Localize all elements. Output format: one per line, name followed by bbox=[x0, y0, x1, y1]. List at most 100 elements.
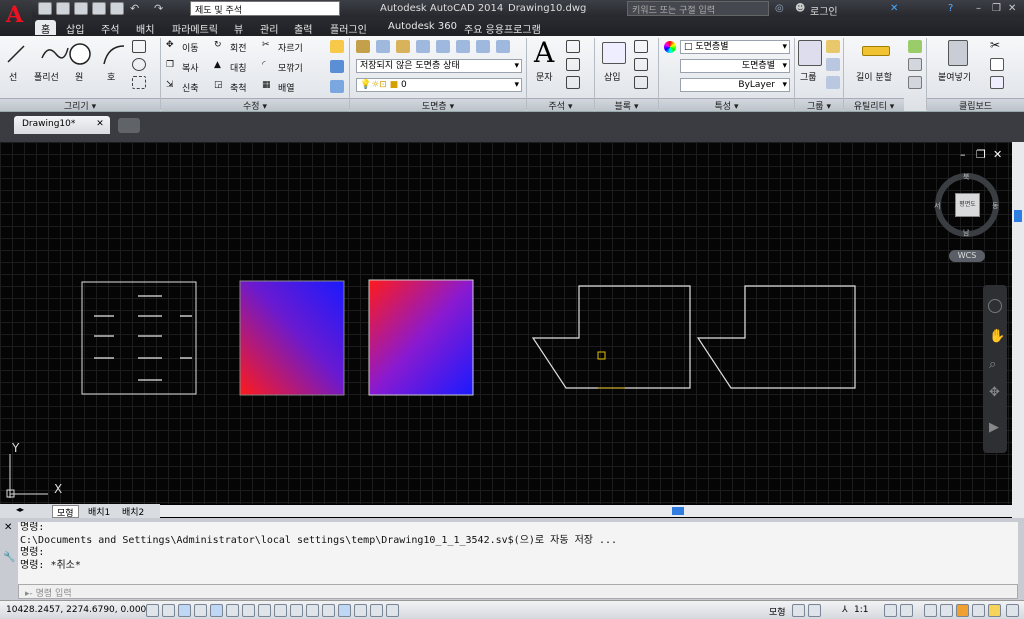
draw-panel-title[interactable]: 그리기 ▾ bbox=[0, 98, 160, 112]
wcs-menu[interactable]: WCS bbox=[949, 250, 985, 262]
save-as-icon[interactable] bbox=[92, 2, 106, 15]
scale-tool[interactable]: 축척 bbox=[230, 81, 247, 94]
layer-properties-icon[interactable] bbox=[356, 40, 370, 53]
polyline-shape[interactable] bbox=[696, 285, 856, 389]
layout-icon[interactable] bbox=[792, 604, 805, 617]
layer-icon[interactable] bbox=[456, 40, 470, 53]
application-button[interactable]: A bbox=[0, 0, 32, 36]
tab-plugins[interactable]: 플러그인 bbox=[324, 20, 373, 36]
gradient-rectangle[interactable] bbox=[368, 279, 474, 396]
id-point-icon[interactable] bbox=[908, 76, 922, 89]
transparency-icon[interactable] bbox=[306, 604, 319, 617]
viewcube-south[interactable]: 남 bbox=[963, 228, 969, 238]
viewports-icon[interactable] bbox=[808, 604, 821, 617]
snap-icon[interactable] bbox=[146, 604, 159, 617]
edit-block-icon[interactable] bbox=[634, 58, 648, 71]
layers-panel-title[interactable]: 도면층 ▾ bbox=[350, 98, 526, 112]
wrench-icon[interactable]: 🔧 bbox=[3, 552, 15, 563]
trim-tool[interactable]: 자르기 bbox=[278, 41, 303, 54]
tab-layout1[interactable]: 배치1 bbox=[84, 505, 114, 518]
annotation-monitor-icon[interactable] bbox=[354, 604, 367, 617]
model-space-toggle[interactable]: 모형 bbox=[769, 605, 786, 618]
create-block-icon[interactable] bbox=[634, 40, 648, 53]
group-tool[interactable]: 그룹 bbox=[800, 70, 817, 83]
ellipse-icon[interactable] bbox=[132, 58, 146, 71]
lineweight-dropdown[interactable]: ByLayer bbox=[680, 78, 790, 92]
copy-base-icon[interactable] bbox=[990, 76, 1004, 89]
new-tab-button[interactable] bbox=[118, 118, 140, 133]
quick-calc-icon[interactable] bbox=[908, 40, 922, 53]
orbit-icon[interactable]: ✥ bbox=[989, 385, 1000, 400]
ortho-icon[interactable] bbox=[178, 604, 191, 617]
fillet-tool[interactable]: 모깎기 bbox=[278, 61, 303, 74]
document-tab[interactable]: Drawing10* ✕ bbox=[14, 116, 110, 134]
tab-manage[interactable]: 관리 bbox=[254, 20, 284, 36]
zoom-icon[interactable]: ⌕ bbox=[989, 357, 996, 372]
mirror-tool[interactable]: 대칭 bbox=[230, 61, 247, 74]
group-select-icon[interactable] bbox=[826, 76, 840, 89]
annotation-panel-title[interactable]: 주석 ▾ bbox=[527, 98, 594, 112]
restore-icon[interactable]: ❐ bbox=[992, 3, 1001, 14]
vertical-scrollbar[interactable] bbox=[1012, 142, 1024, 518]
viewport-minimize-icon[interactable]: – bbox=[960, 148, 966, 161]
layer-icon[interactable] bbox=[416, 40, 430, 53]
ducs-icon[interactable] bbox=[258, 604, 271, 617]
linetype-dropdown[interactable]: 도면층별 bbox=[680, 59, 790, 73]
utilities-panel-title[interactable]: 유틸리티 ▾ bbox=[844, 98, 904, 112]
tab-layout[interactable]: 배치 bbox=[130, 20, 160, 36]
gradient-rectangle[interactable] bbox=[239, 280, 345, 396]
selection-cycling-icon[interactable] bbox=[338, 604, 351, 617]
edit-attributes-icon[interactable] bbox=[634, 76, 648, 89]
workspace-selector[interactable]: 제도 및 주석 bbox=[190, 1, 340, 16]
viewcube-east[interactable]: 동 bbox=[992, 201, 998, 211]
tab-insert[interactable]: 삽입 bbox=[60, 20, 90, 36]
tab-view[interactable]: 뷰 bbox=[228, 20, 249, 36]
open-icon[interactable] bbox=[56, 2, 70, 15]
quick-properties-icon[interactable] bbox=[322, 604, 335, 617]
group-edit-icon[interactable] bbox=[826, 58, 840, 71]
close-icon[interactable]: ✕ bbox=[1008, 3, 1016, 14]
dynamic-input-icon[interactable] bbox=[370, 604, 383, 617]
select-all-icon[interactable] bbox=[908, 58, 922, 71]
tab-autodesk360[interactable]: Autodesk 360 bbox=[382, 20, 463, 35]
otrack-icon[interactable] bbox=[242, 604, 255, 617]
offset-icon[interactable] bbox=[330, 80, 344, 93]
drawing-canvas[interactable]: Y X – ❐ ✕ bbox=[0, 142, 1012, 504]
login-link[interactable]: 로그인 bbox=[810, 3, 838, 18]
undo-icon[interactable]: ↶ bbox=[130, 2, 144, 15]
dimension-icon[interactable] bbox=[566, 40, 580, 53]
polyline-shape[interactable] bbox=[531, 285, 691, 389]
showmotion-icon[interactable]: ▶ bbox=[989, 420, 999, 435]
insert-tool[interactable]: 삽입 bbox=[604, 70, 621, 83]
lineweight-icon[interactable] bbox=[290, 604, 303, 617]
layer-icon[interactable] bbox=[376, 40, 390, 53]
isolate-icon[interactable] bbox=[972, 604, 985, 617]
close-tab-icon[interactable]: ✕ bbox=[96, 119, 104, 129]
erase-icon[interactable] bbox=[330, 40, 344, 53]
viewcube-north[interactable]: 북 bbox=[963, 172, 969, 182]
copy-tool[interactable]: 복사 bbox=[182, 61, 199, 74]
measure-tool[interactable]: 길이 분할 bbox=[856, 70, 892, 83]
text-tool[interactable]: 문자 bbox=[536, 70, 553, 83]
viewcube-west[interactable]: 서 bbox=[934, 201, 940, 211]
array-tool[interactable]: 배열 bbox=[278, 81, 295, 94]
command-close-icon[interactable]: ✕ bbox=[4, 522, 12, 533]
explode-icon[interactable] bbox=[330, 60, 344, 73]
dyn-icon[interactable] bbox=[274, 604, 287, 617]
layer-icon[interactable] bbox=[396, 40, 410, 53]
move-tool[interactable]: 이동 bbox=[182, 41, 199, 54]
layer-state-dropdown[interactable]: 저장되지 않은 도면층 상태 bbox=[356, 59, 522, 73]
clean-screen-icon[interactable] bbox=[1006, 604, 1019, 617]
rotate-tool[interactable]: 회전 bbox=[230, 41, 247, 54]
lock-icon[interactable] bbox=[940, 604, 953, 617]
layer-icon[interactable] bbox=[436, 40, 450, 53]
vertical-scroll-thumb[interactable] bbox=[1014, 210, 1022, 222]
horizontal-scroll-thumb[interactable] bbox=[672, 507, 684, 515]
grid-icon[interactable] bbox=[162, 604, 175, 617]
line-tool[interactable]: 선 bbox=[9, 70, 17, 83]
copy-clip-icon[interactable] bbox=[990, 58, 1004, 71]
viewcube-face[interactable]: 평면도 bbox=[955, 193, 980, 217]
annotation-visibility-icon[interactable] bbox=[884, 604, 897, 617]
tab-nav-icon[interactable]: ◂▸ bbox=[12, 505, 28, 518]
arc-tool[interactable]: 호 bbox=[107, 70, 115, 83]
